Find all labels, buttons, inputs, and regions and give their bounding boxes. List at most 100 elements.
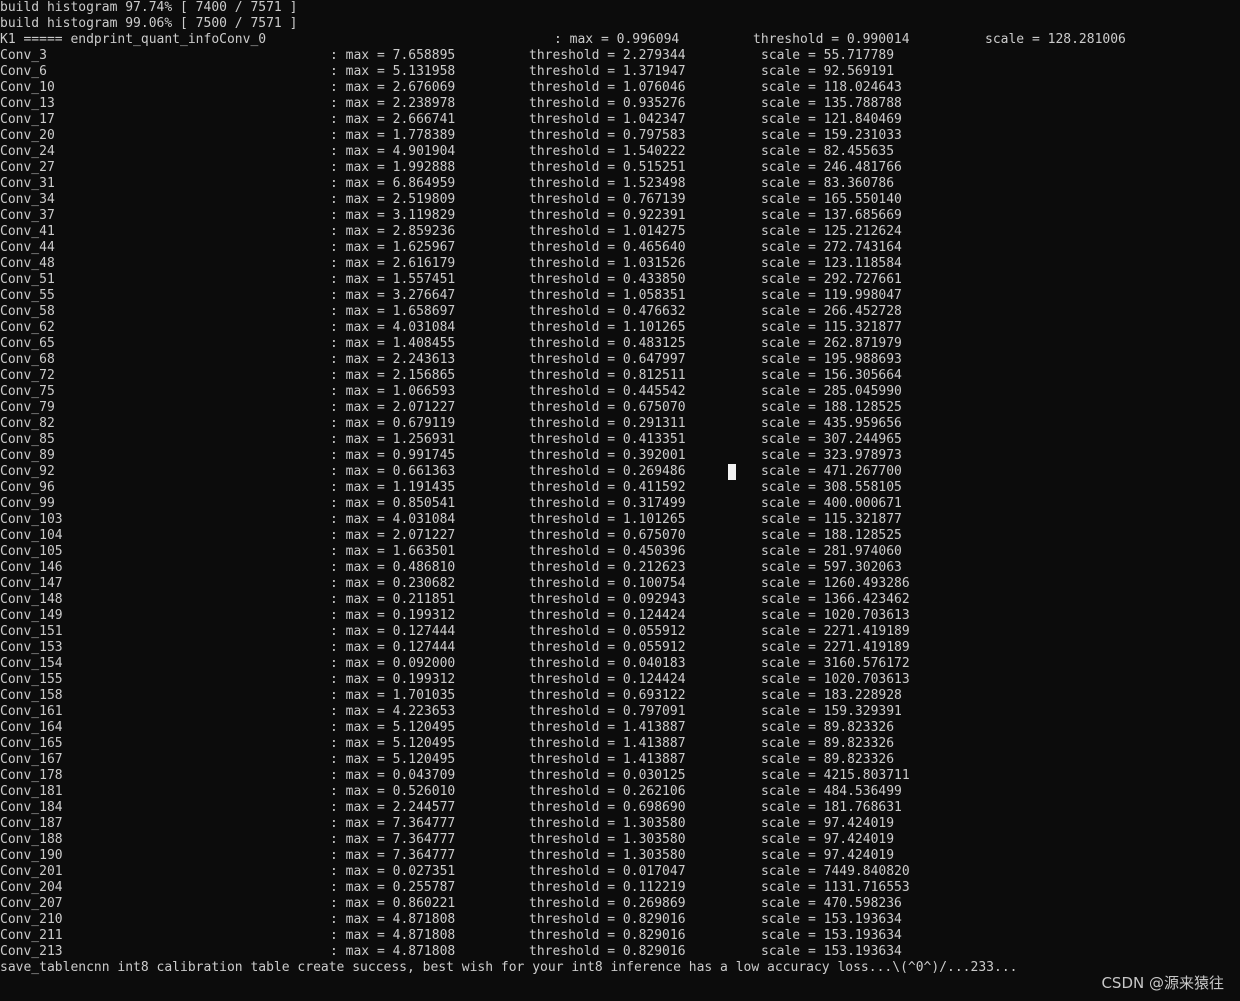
scale-value: scale = 153.193634: [761, 928, 902, 943]
threshold-value: threshold = 1.413887: [529, 736, 686, 751]
watermark: CSDN @源来猿往: [1101, 974, 1224, 992]
layer-name: Conv_34: [0, 192, 55, 207]
scale-value: scale = 435.959656: [761, 416, 902, 431]
max-value: : max = 1.625967: [330, 240, 456, 255]
threshold-value: threshold = 0.812511: [529, 368, 686, 383]
conv-row: Conv_27: max = 1.992888 threshold = 0.515…: [0, 160, 1240, 176]
k1-line: K1 ===== endprint_quant_infoConv_0 : max…: [0, 32, 1240, 48]
threshold-value: threshold = 0.269869: [529, 896, 686, 911]
threshold-value: threshold = 1.413887: [529, 752, 686, 767]
max-value: : max = 5.120495: [330, 720, 456, 735]
layer-name: Conv_184: [0, 800, 63, 815]
threshold-value: threshold = 0.675070: [529, 400, 686, 415]
layer-name: Conv_10: [0, 80, 55, 95]
conv-row: Conv_146: max = 0.486810 threshold = 0.21…: [0, 560, 1240, 576]
threshold-value: threshold = 1.101265: [529, 320, 686, 335]
layer-name: Conv_105: [0, 544, 63, 559]
layer-name: Conv_181: [0, 784, 63, 799]
conv-row: Conv_85: max = 1.256931 threshold = 0.413…: [0, 432, 1240, 448]
max-value: : max = 0.027351: [330, 864, 456, 879]
max-value: : max = 4.223653: [330, 704, 456, 719]
conv-row: Conv_82: max = 0.679119 threshold = 0.291…: [0, 416, 1240, 432]
scale-value: scale = 156.305664: [761, 368, 902, 383]
layer-name: Conv_187: [0, 816, 63, 831]
conv-row: Conv_201: max = 0.027351 threshold = 0.01…: [0, 864, 1240, 880]
threshold-value: threshold = 0.411592: [529, 480, 686, 495]
threshold-value: threshold = 0.647997: [529, 352, 686, 367]
conv-row: Conv_13: max = 2.238978 threshold = 0.935…: [0, 96, 1240, 112]
scale-value: scale = 135.788788: [761, 96, 902, 111]
max-value: : max = 2.156865: [330, 368, 456, 383]
max-value: : max = 6.864959: [330, 176, 456, 191]
threshold-value: threshold = 0.112219: [529, 880, 686, 895]
conv-row: Conv_92 : max = 0.661363 threshold = 0.269…: [0, 464, 1240, 480]
layer-name: Conv_31: [0, 176, 55, 191]
k1-name: K1 ===== endprint_quant_infoConv_0: [0, 32, 267, 47]
conv-row: Conv_55: max = 3.276647 threshold = 1.058…: [0, 288, 1240, 304]
threshold-value: threshold = 0.055912: [529, 640, 686, 655]
conv-row: Conv_72 : max = 2.156865 threshold = 0.812…: [0, 368, 1240, 384]
threshold-value: threshold = 1.076046: [529, 80, 686, 95]
threshold-value: threshold = 0.291311: [529, 416, 686, 431]
layer-name: Conv_201: [0, 864, 63, 879]
max-value: : max = 2.244577: [330, 800, 456, 815]
conv-row: Conv_187: max = 7.364777 threshold = 1.30…: [0, 816, 1240, 832]
conv-row: Conv_31 : max = 6.864959 threshold = 1.523…: [0, 176, 1240, 192]
max-value: : max = 2.243613: [330, 352, 456, 367]
threshold-value: threshold = 0.693122: [529, 688, 686, 703]
scale-value: scale = 4215.803711: [761, 768, 910, 783]
max-value: : max = 2.238978: [330, 96, 456, 111]
conv-row: Conv_24: max = 4.901904 threshold = 1.540…: [0, 144, 1240, 160]
threshold-value: threshold = 1.042347: [529, 112, 686, 127]
conv-row: Conv_184: max = 2.244577 threshold = 0.69…: [0, 800, 1240, 816]
layer-name: Conv_92: [0, 464, 55, 479]
layer-name: Conv_72: [0, 368, 55, 383]
scale-value: scale = 137.685669: [761, 208, 902, 223]
scale-value: scale = 89.823326: [761, 736, 895, 751]
threshold-value: threshold = 1.058351: [529, 288, 686, 303]
layer-name: Conv_188: [0, 832, 63, 847]
conv-row: Conv_147: max = 0.230682 threshold = 0.10…: [0, 576, 1240, 592]
scale-value: scale = 97.424019: [761, 816, 895, 831]
threshold-value: threshold = 0.767139: [529, 192, 686, 207]
scale-value: scale = 246.481766: [761, 160, 902, 175]
conv-row: Conv_161: max = 4.223653 threshold = 0.79…: [0, 704, 1240, 720]
max-value: : max = 4.871808: [330, 912, 456, 927]
threshold-value: threshold = 0.124424: [529, 672, 686, 687]
scale-value: scale = 1131.716553: [761, 880, 910, 895]
conv-row: Conv_165: max = 5.120495 threshold = 1.41…: [0, 736, 1240, 752]
layer-name: Conv_62: [0, 320, 55, 335]
max-value: : max = 7.658895: [330, 48, 456, 63]
max-value: : max = 1.701035: [330, 688, 456, 703]
threshold-value: threshold = 0.040183: [529, 656, 686, 671]
scale-value: scale = 7449.840820: [761, 864, 910, 879]
conv-row: Conv_96: max = 1.191435 threshold = 0.411…: [0, 480, 1240, 496]
max-value: : max = 0.127444: [330, 640, 456, 655]
max-value: : max = 0.127444: [330, 624, 456, 639]
threshold-value: threshold = 0.269486: [529, 464, 686, 479]
layer-name: Conv_99: [0, 496, 55, 511]
conv-row: Conv_75: max = 1.066593 threshold = 0.445…: [0, 384, 1240, 400]
scale-value: scale = 159.329391: [761, 704, 902, 719]
layer-name: Conv_164: [0, 720, 63, 735]
conv-row: Conv_148: max = 0.211851 threshold = 0.09…: [0, 592, 1240, 608]
conv-row: Conv_155: max = 0.199312 threshold = 0.12…: [0, 672, 1240, 688]
max-value: : max = 4.031084: [330, 320, 456, 335]
conv-row: Conv_48: max = 2.616179 threshold = 1.031…: [0, 256, 1240, 272]
layer-name: Conv_37: [0, 208, 55, 223]
terminal-window[interactable]: build histogram 97.74% [ 7400 / 7571 ] b…: [0, 0, 1240, 1001]
conv-row: Conv_99: max = 0.850541 threshold = 0.317…: [0, 496, 1240, 512]
layer-name: Conv_41: [0, 224, 55, 239]
layer-name: Conv_89: [0, 448, 55, 463]
threshold-value: threshold = 1.523498: [529, 176, 686, 191]
max-value: : max = 1.663501: [330, 544, 456, 559]
max-value: : max = 0.661363: [330, 464, 456, 479]
layer-name: Conv_213: [0, 944, 63, 959]
conv-row: Conv_104: max = 2.071227 threshold = 0.67…: [0, 528, 1240, 544]
conv-row: Conv_3: max = 7.658895 threshold = 2.2793…: [0, 48, 1240, 64]
max-value: : max = 4.901904: [330, 144, 456, 159]
conv-row: Conv_210: max = 4.871808 threshold = 0.82…: [0, 912, 1240, 928]
layer-name: Conv_165: [0, 736, 63, 751]
max-value: : max = 1.256931: [330, 432, 456, 447]
max-value: : max = 2.519809: [330, 192, 456, 207]
